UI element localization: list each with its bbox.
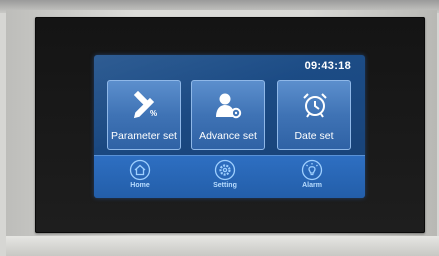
nav-setting[interactable]: Setting [195, 159, 255, 189]
nav-alarm[interactable]: Alarm [282, 159, 342, 189]
bottom-nav-bar: Home Setting Alarm [94, 155, 365, 198]
gear-icon [214, 159, 236, 181]
parameter-set-label: Parameter set [111, 130, 177, 142]
nav-alarm-label: Alarm [302, 182, 322, 189]
device-bottom-ledge [6, 236, 439, 256]
parameter-set-button[interactable]: % Parameter set [107, 80, 181, 150]
nav-home-label: Home [130, 182, 150, 189]
pencil-ruler-icon: % [108, 90, 180, 119]
advance-set-button[interactable]: Advance set [191, 80, 265, 150]
date-set-label: Date set [294, 130, 334, 142]
advance-set-label: Advance set [199, 130, 257, 142]
home-icon [129, 159, 151, 181]
date-set-button[interactable]: Date set [277, 80, 351, 150]
bulb-icon [301, 159, 323, 181]
clock-time: 09:43:18 [304, 60, 351, 72]
nav-setting-label: Setting [213, 182, 237, 189]
user-gear-icon [192, 91, 264, 119]
svg-text:%: % [150, 109, 157, 118]
touch-screen: 09:43:18 % Parameter set Advance set Dat… [94, 55, 365, 198]
nav-home[interactable]: Home [110, 159, 170, 189]
alarm-clock-icon [278, 91, 350, 119]
